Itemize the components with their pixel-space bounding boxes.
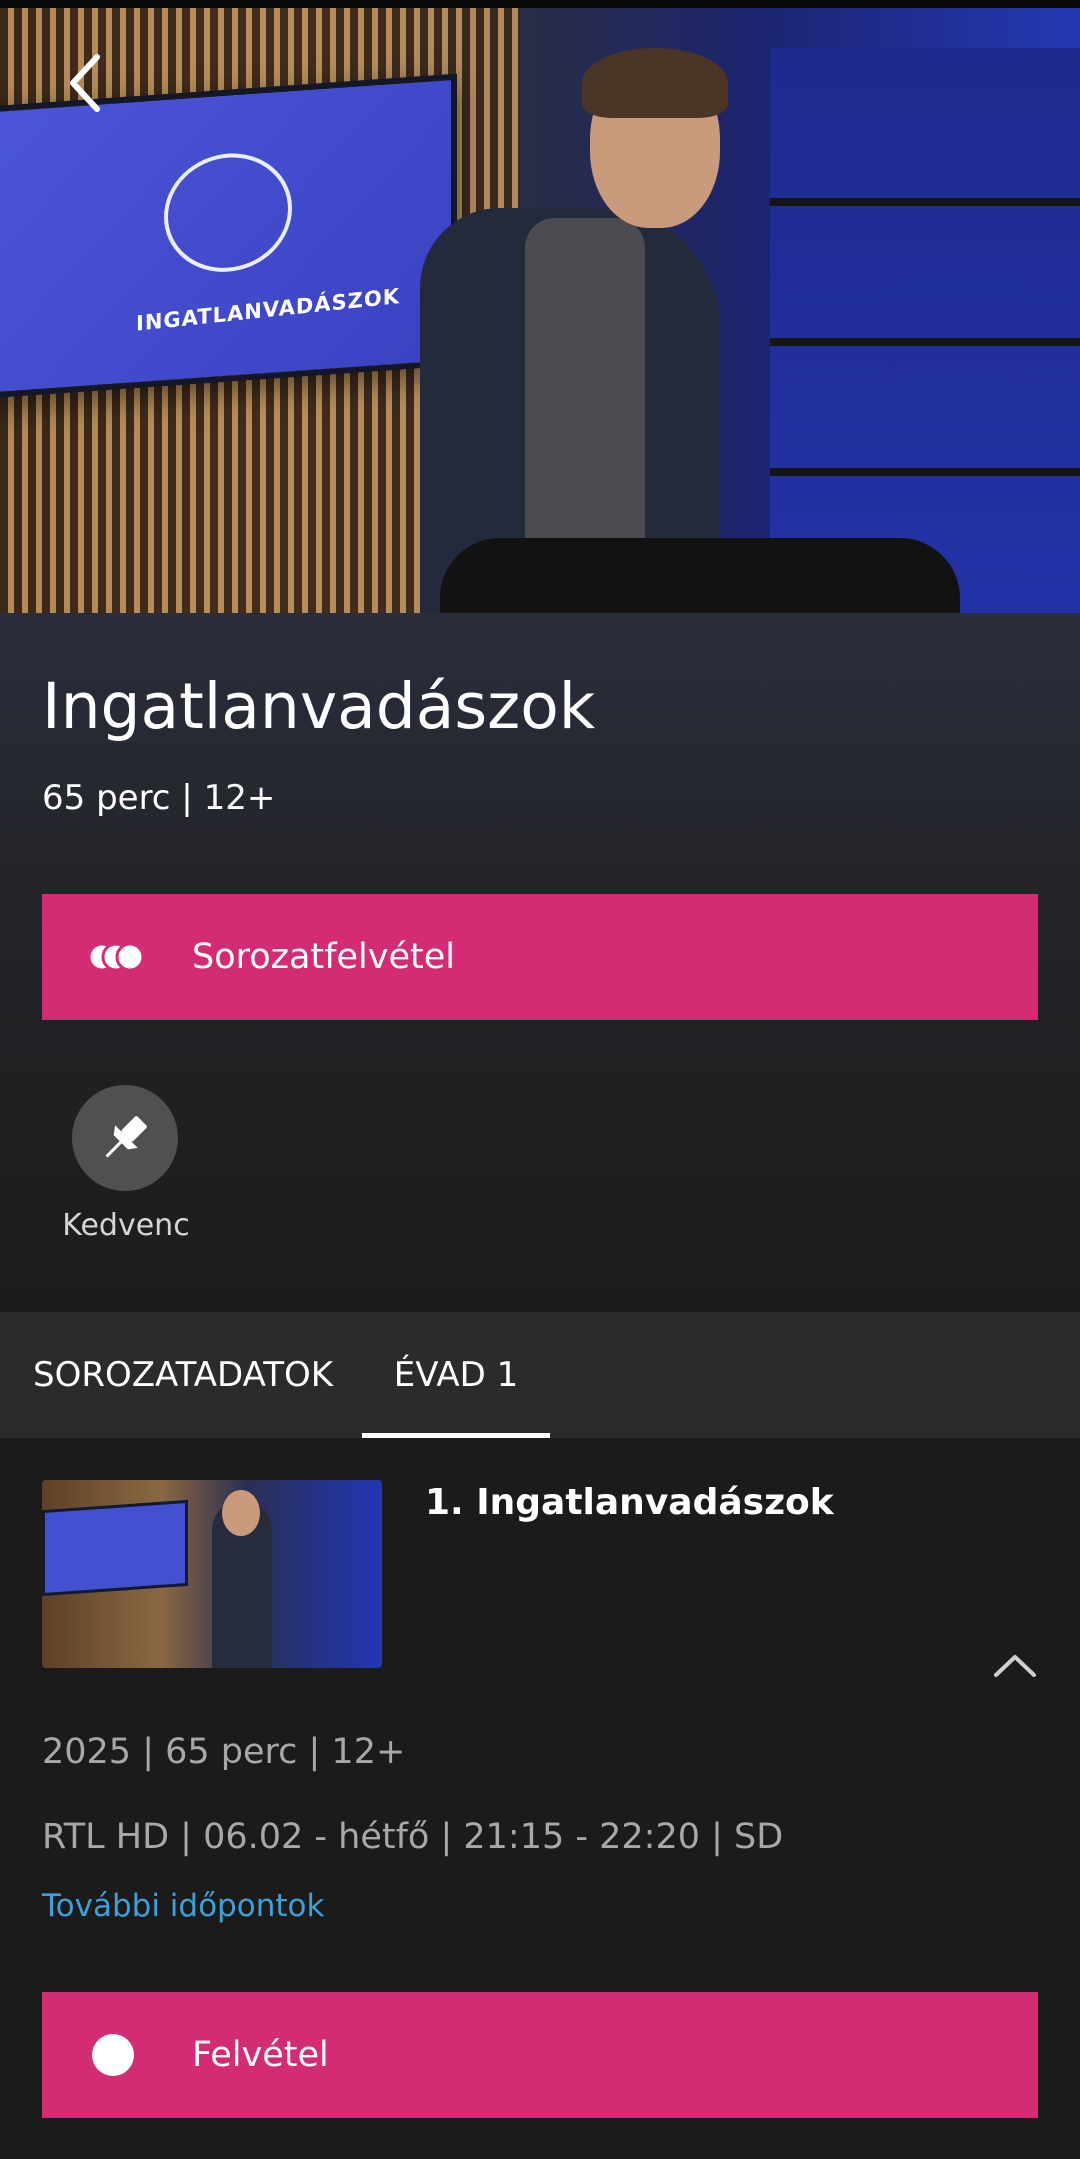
back-button[interactable] (55, 48, 115, 118)
series-record-label: Sorozatfelvétel (192, 937, 456, 977)
series-record-button[interactable]: Sorozatfelvétel (42, 894, 1038, 1020)
episode-title: 1. Ingatlanvadászok (425, 1482, 834, 1523)
house-logo-icon (164, 149, 292, 277)
tab-series-details[interactable]: SOROZATADATOK (33, 1312, 333, 1438)
chevron-up-icon (994, 1655, 1036, 1677)
episode-schedule: RTL HD | 06.02 - hétfő | 21:15 - 22:20 |… (42, 1817, 784, 1857)
more-times-link[interactable]: További időpontok (42, 1888, 324, 1924)
record-label: Felvétel (192, 2035, 329, 2075)
favorite-label: Kedvenc (62, 1208, 190, 1243)
record-icon (92, 2034, 134, 2076)
page-title: Ingatlanvadászok (42, 670, 596, 743)
tab-season-1[interactable]: ÉVAD 1 (362, 1312, 550, 1438)
episode-thumbnail[interactable] (42, 1480, 382, 1668)
desk (440, 538, 960, 613)
series-record-icon (86, 937, 156, 977)
host-figure (360, 38, 740, 613)
tab-bar: SOROZATADATOK ÉVAD 1 (0, 1312, 1080, 1438)
shelf-background (770, 48, 1080, 613)
record-button[interactable]: Felvétel (42, 1992, 1038, 2118)
show-meta: 65 perc | 12+ (42, 778, 276, 818)
pin-icon (105, 1116, 147, 1158)
show-hero-image: INGATLANVADÁSZOK (0, 8, 1080, 613)
favorite-button[interactable] (72, 1085, 178, 1191)
chevron-left-icon (70, 54, 100, 112)
collapse-button[interactable] (990, 1645, 1040, 1685)
episode-meta: 2025 | 65 perc | 12+ (42, 1732, 406, 1772)
status-strip (0, 0, 1080, 8)
